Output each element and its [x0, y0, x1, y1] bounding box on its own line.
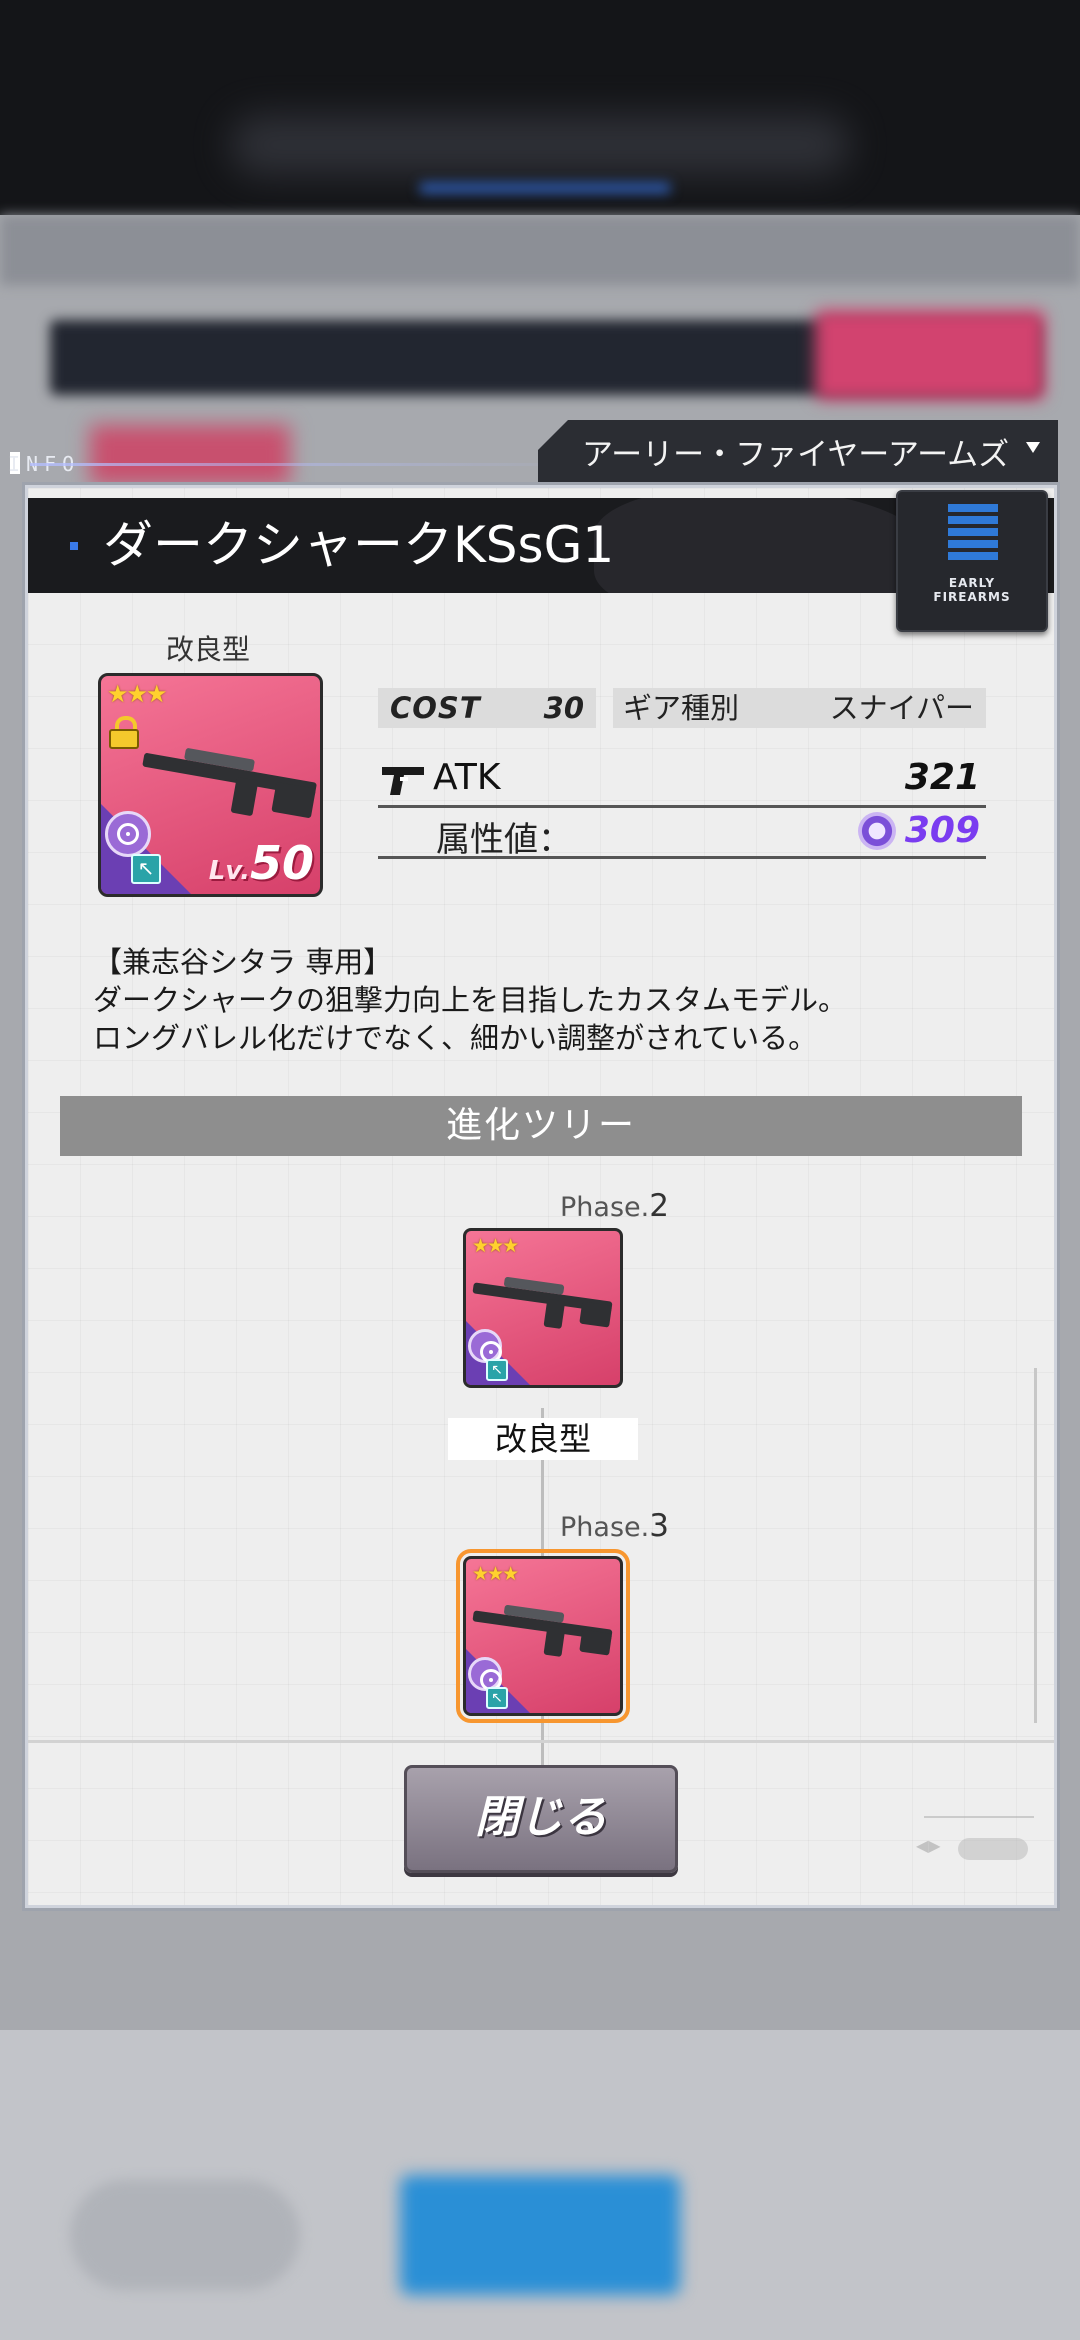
evolution-node-phase-2[interactable]: ★★★ ↖: [463, 1228, 623, 1388]
brand-line-2: FIREARMS: [933, 590, 1011, 604]
background-title-blur: [230, 115, 850, 175]
atk-value: 321: [904, 757, 980, 798]
lock-icon: [107, 716, 141, 749]
title-dot-icon: [70, 542, 78, 550]
sniper-rifle-icon: [469, 1267, 615, 1336]
background-pink-tab: [90, 425, 290, 485]
background-button: [815, 310, 1045, 400]
sniper-rifle-icon: [136, 731, 320, 831]
type-arrow-icon: ↖: [486, 1687, 508, 1709]
description-line-3: ロングバレル化だけでなく、細かい調整がされている。: [93, 1021, 818, 1055]
rarity-stars: ★★★: [472, 1235, 519, 1257]
weapon-info-dialog: ダークシャークKSsG1 EARLY FIREARMS 改良型 ★★★ ↖ Lv…: [25, 485, 1057, 1908]
attribute-icon: [858, 812, 896, 850]
brand-line-1: EARLY: [948, 576, 996, 590]
cost-box: COST 30: [378, 688, 596, 728]
cost-label: COST: [390, 691, 481, 725]
phase-prefix: Phase.: [560, 1192, 650, 1223]
background-tab-underline: [420, 183, 670, 193]
description-line-2: ダークシャークの狙撃力向上を目指したカスタムモデル。: [93, 983, 848, 1017]
footer-divider: [28, 1740, 1054, 1743]
gear-type-value: スナイパー: [829, 691, 974, 725]
rarity-stars: ★★★: [472, 1563, 519, 1585]
pager-line: [924, 1816, 1034, 1818]
category-label: アーリー・ファイヤーアームズ: [582, 436, 1010, 473]
background-blue-button: [400, 2175, 680, 2295]
level-prefix: Lv.: [208, 856, 250, 886]
brand-text: EARLY FIREARMS: [898, 576, 1046, 604]
description-line-1: 【兼志谷シタラ 専用】: [93, 945, 393, 979]
phase-3-label: Phase.3: [560, 1508, 669, 1544]
type-arrow-icon: ↖: [486, 1359, 508, 1381]
evolution-tree-header: 進化ツリー: [60, 1096, 1022, 1156]
phase-prefix: Phase.: [560, 1512, 650, 1543]
phase-number: 3: [649, 1508, 669, 1544]
pager-pill: [958, 1838, 1028, 1860]
close-button[interactable]: 閉じる: [404, 1765, 678, 1873]
gear-type-box: ギア種別 スナイパー: [613, 688, 986, 728]
pager-arrows-icon: ◀▶: [916, 1836, 941, 1855]
background-strip: [0, 215, 1080, 285]
title-bar-map-decoration: [594, 498, 934, 593]
attribute-value: 309: [904, 810, 980, 851]
info-underline: [30, 463, 590, 466]
rarity-stars: ★★★: [107, 680, 168, 708]
background-pill-button: [70, 2180, 300, 2290]
atk-label: ATK: [433, 757, 501, 798]
level-label: Lv.50: [209, 836, 314, 890]
evolution-node-name: 改良型: [448, 1418, 638, 1460]
gear-type-label: ギア種別: [623, 691, 740, 725]
phase-number: 2: [649, 1188, 669, 1224]
weapon-name: ダークシャークKSsG1: [103, 516, 615, 574]
level-value: 50: [249, 836, 314, 890]
dropdown-arrow-icon: [1026, 442, 1040, 453]
type-arrow-icon: ↖: [131, 854, 161, 884]
sniper-class-icon: [468, 1329, 502, 1363]
weapon-card: ★★★ ↖ Lv.50: [98, 673, 323, 897]
gun-icon: [382, 767, 424, 795]
attribute-row: 属性値： 309: [378, 808, 986, 860]
variant-label: 改良型: [166, 633, 251, 666]
sniper-class-icon: [468, 1657, 502, 1691]
brand-logo-icon: [948, 504, 998, 572]
phase-2-label: Phase.2: [560, 1188, 669, 1224]
atk-row: ATK 321: [378, 755, 986, 808]
category-dropdown[interactable]: アーリー・ファイヤーアームズ: [538, 420, 1058, 482]
page-indicator: ◀▶: [916, 1806, 1036, 1866]
brand-badge: EARLY FIREARMS: [896, 490, 1048, 632]
cost-value: 30: [543, 691, 584, 725]
evolution-node-phase-3[interactable]: ★★★ ↖: [456, 1549, 630, 1723]
weapon-description: 【兼志谷シタラ 専用】 ダークシャークの狙撃力向上を目指したカスタムモデル。 ロ…: [93, 943, 993, 1057]
attribute-label: 属性値：: [436, 820, 572, 860]
sniper-class-icon: [105, 811, 151, 857]
sniper-rifle-icon: [469, 1595, 615, 1664]
evolution-scrollbar[interactable]: [1034, 1368, 1037, 1723]
